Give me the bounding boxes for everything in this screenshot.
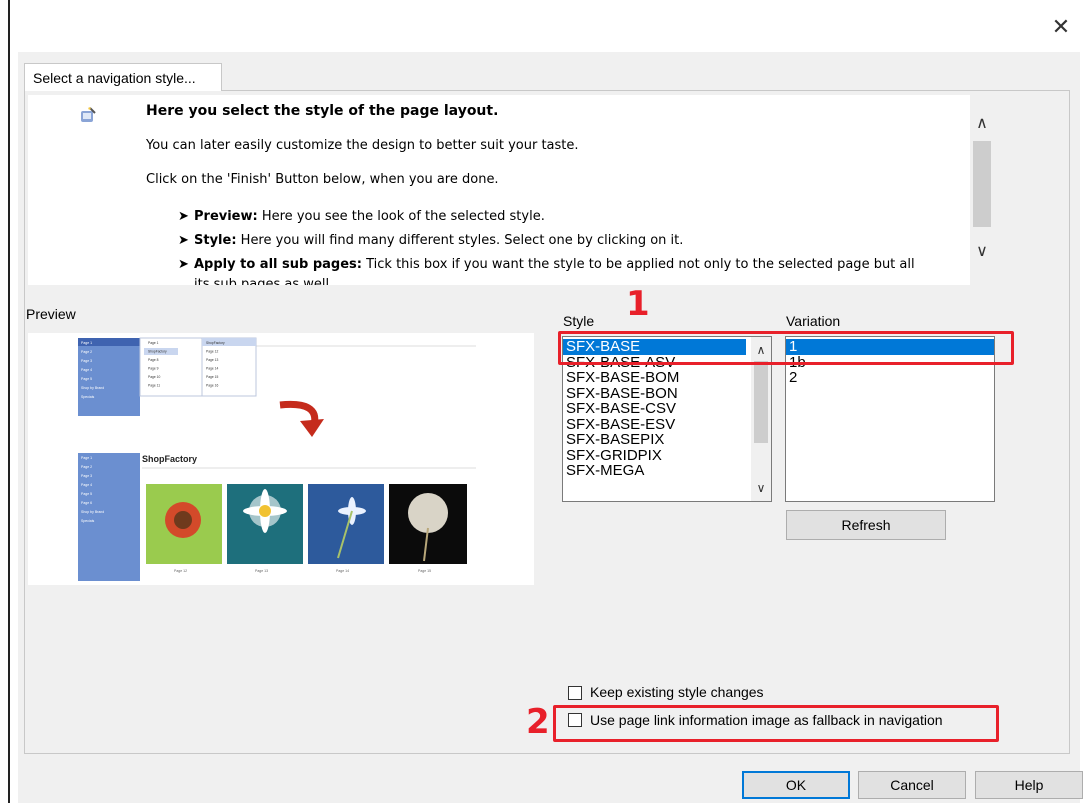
style-list-item[interactable]: SFX-BASEPIX [563,432,746,448]
preview-menu-item: Page 2 [81,350,92,354]
close-icon[interactable]: ✕ [1050,16,1072,38]
bullet-continuation: its sub pages as well [194,277,330,285]
preview-menu-item: Page 4 [81,368,92,372]
preview-menu-item: Page 2 [81,465,92,469]
preview-submenu-item: Page 15 [206,375,218,379]
wizard-icon [81,107,96,122]
style-list-item[interactable]: SFX-BASE-BON [563,385,746,402]
style-list-item[interactable]: SFX-BASE-CSV [563,401,746,417]
annotation-marker-2: 2 [526,702,550,742]
preview-submenu-item: Page 16 [206,384,218,388]
preview-submenu-item: Page 14 [206,367,218,371]
preview-mockup: Page 1 Page 2 Page 3 Page 4 Page 5 Shop by Br… [78,337,476,581]
preview-menu-item: Specials [81,519,94,523]
preview-submenu-item: Page 10 [148,375,160,379]
chevron-down-icon[interactable]: ∨ [971,241,993,263]
preview-menu-item: Page 4 [81,483,92,487]
preview-submenu-item: ShopFactory [206,341,225,345]
variation-label: Variation [786,313,841,329]
refresh-button[interactable]: Refresh [786,510,946,540]
window-edge [8,0,10,803]
preview-thumb-caption: Page 14 [336,569,349,573]
scrollbar-thumb[interactable] [754,361,768,443]
style-list-item[interactable]: SFX-BASE-BOM [563,370,746,386]
preview-submenu-item: Page 13 [206,358,218,362]
preview-shop-title: ShopFactory [142,454,197,464]
preview-menu-item: Page 3 [81,359,92,363]
keep-existing-checkbox[interactable] [568,686,582,700]
chevron-right-icon: ➤ [178,233,189,248]
help-button[interactable]: Help [975,771,1083,799]
style-list-item[interactable]: SFX-GRIDPIX [563,447,746,464]
info-line: Click on the 'Finish' Button below, when… [146,172,499,187]
preview-submenu-item: Page 11 [148,384,160,388]
style-list-item[interactable]: SFX-BASE-ESV [563,416,746,433]
preview-menu-item: Specials [81,395,94,399]
bullet-preview: ➤ Preview: Here you see the look of the s… [178,209,545,224]
scrollbar-thumb[interactable] [973,141,991,227]
tab-select-navigation-style[interactable]: Select a navigation style... [24,63,222,91]
chevron-right-icon: ➤ [178,257,189,272]
style-label: Style [563,313,595,329]
chevron-up-icon[interactable]: ∧ [971,113,993,135]
preview-submenu-item: Page 12 [206,350,218,354]
info-headline: Here you select the style of the page la… [146,103,499,119]
preview-menu-item: Shop by Brand [81,386,104,390]
annotation-box-2 [553,705,999,742]
preview-menu-item: Page 5 [81,377,92,381]
preview-menu-item: Page 5 [81,492,92,496]
info-line: You can later easily customize the desig… [146,138,579,153]
info-text-area: Here you select the style of the page la… [28,95,970,285]
preview-menu-item: Page 3 [81,474,92,478]
preview-submenu-item: ShopFactory [148,350,167,354]
preview-menu-item: Page 1 [81,456,92,460]
preview-thumb-caption: Page 15 [418,569,431,573]
chevron-right-icon: ➤ [178,209,189,224]
preview-menu-item: Page 6 [81,501,92,505]
bullet-apply: ➤ Apply to all sub pages: Tick this box i… [178,257,915,272]
chevron-down-icon[interactable]: ∨ [751,479,771,497]
variation-list-item[interactable]: 2 [786,370,994,386]
info-scrollbar[interactable]: ∧ ∨ [971,95,993,285]
preview-label: Preview [26,306,76,322]
annotation-box-1 [558,331,1014,365]
preview-image: Page 1 Page 2 Page 3 Page 4 Page 5 Shop by Br… [28,333,534,585]
bullet-style: ➤ Style: Here you will find many differen… [178,233,684,248]
preview-thumb-caption: Page 13 [255,569,268,573]
preview-submenu-item: Page 1 [148,341,159,345]
cancel-button[interactable]: Cancel [858,771,966,799]
style-list-item[interactable]: SFX-MEGA [563,463,746,479]
ok-button[interactable]: OK [742,771,850,799]
preview-submenu-item: Page 9 [148,367,159,371]
preview-submenu-item: Page 8 [148,358,159,362]
annotation-marker-1: 1 [626,284,650,324]
preview-menu-item: Shop by Brand [81,510,104,514]
preview-menu-item: Page 1 [81,341,92,345]
preview-thumb-caption: Page 12 [174,569,187,573]
keep-existing-label: Keep existing style changes [590,684,764,700]
